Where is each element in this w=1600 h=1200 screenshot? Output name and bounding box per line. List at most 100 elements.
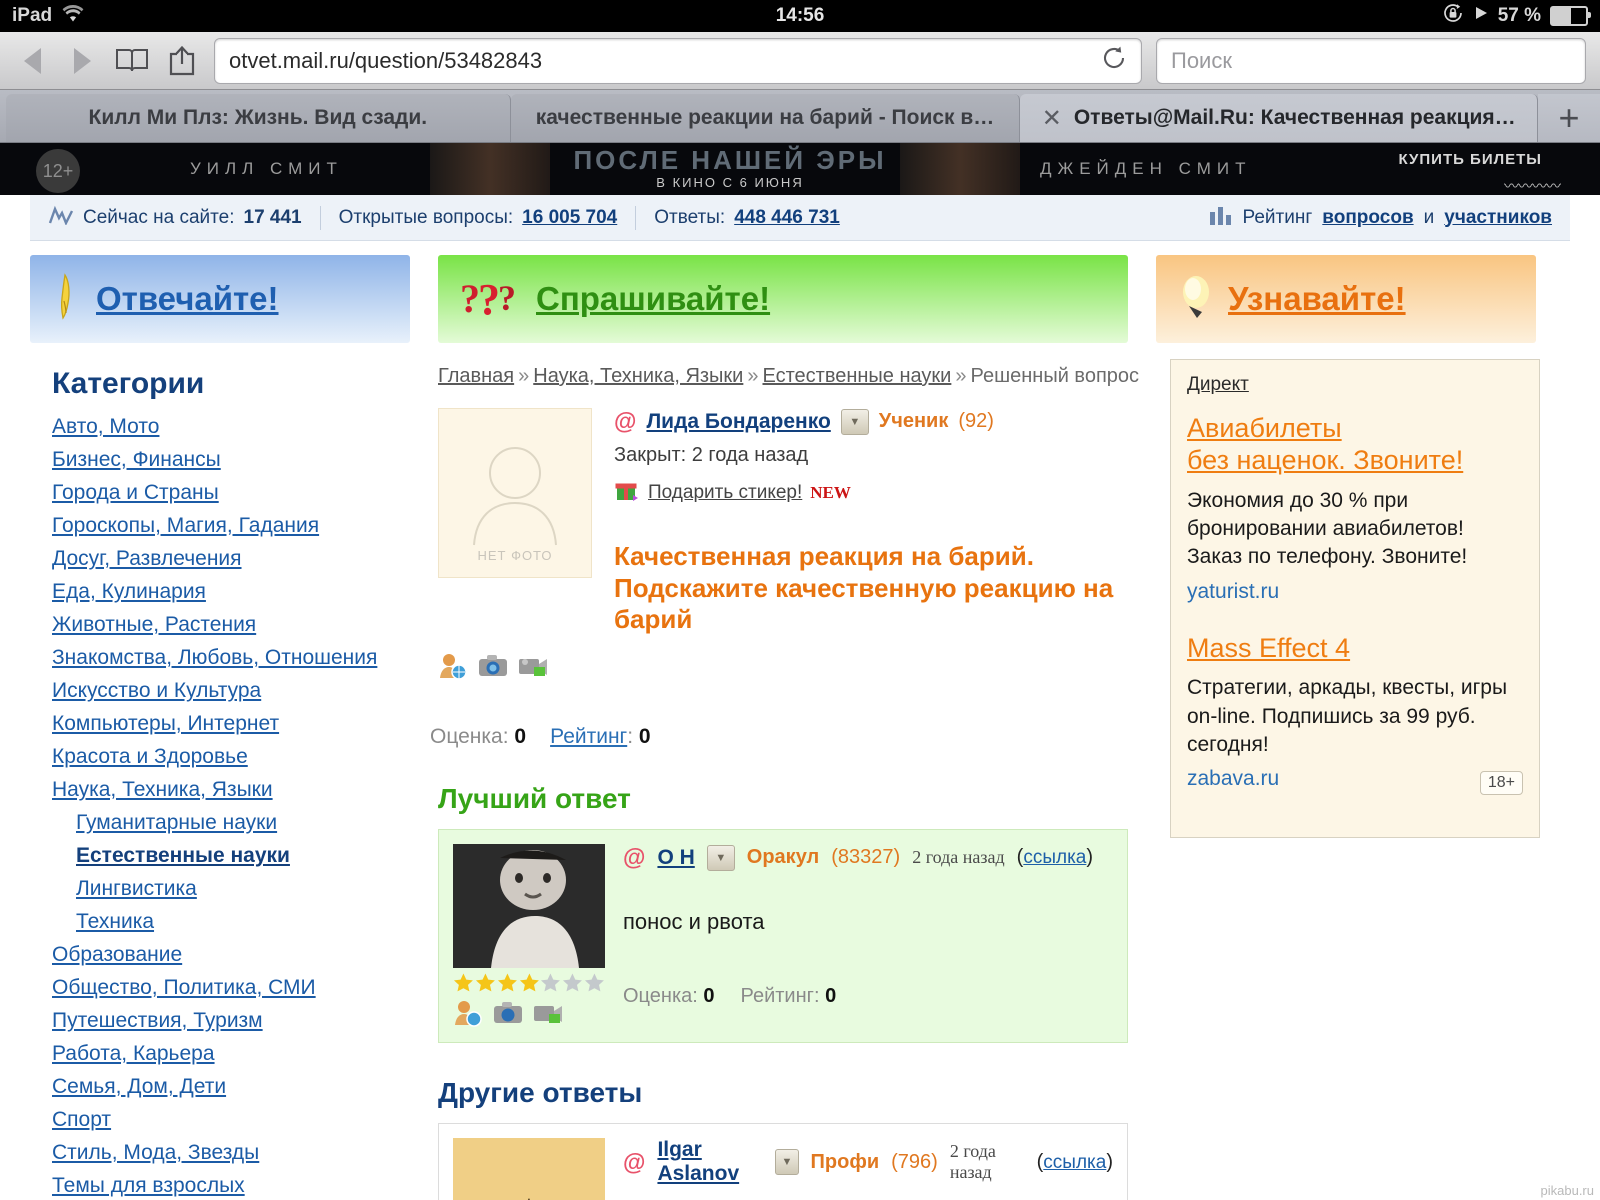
bookmarks-button[interactable]	[114, 44, 150, 78]
ad-1-url[interactable]: zabava.ru	[1187, 767, 1523, 791]
sidebar-item-19[interactable]: Работа, Карьера	[52, 1042, 430, 1066]
sidebar-item-5[interactable]: Еда, Кулинария	[52, 580, 430, 604]
sidebar-item-label[interactable]: Наука, Техника, Языки	[52, 778, 273, 801]
question-rating-link[interactable]: Рейтинг	[550, 725, 627, 748]
question-author-link[interactable]: Лида Бондаренко	[646, 410, 830, 434]
sidebar-item-22[interactable]: Стиль, Мода, Звезды	[52, 1141, 430, 1165]
sidebar-item-3[interactable]: Гороскопы, Магия, Гадания	[52, 514, 430, 538]
forward-button[interactable]	[64, 44, 100, 78]
sidebar-item-label[interactable]: Стиль, Мода, Звезды	[52, 1141, 259, 1164]
sidebar-item-label[interactable]: Гуманитарные науки	[76, 811, 277, 834]
sidebar-item-label[interactable]: Искусство и Культура	[52, 679, 261, 702]
gift-sticker-link[interactable]: Подарить стикер!	[648, 482, 802, 504]
back-button[interactable]	[14, 44, 50, 78]
sidebar-item-14[interactable]: Лингвистика	[52, 877, 430, 901]
sidebar-item-17[interactable]: Общество, Политика, СМИ	[52, 976, 430, 1000]
reload-icon[interactable]	[1101, 45, 1127, 77]
sidebar-item-label[interactable]: Путешествия, Туризм	[52, 1009, 263, 1032]
rating-participants-link[interactable]: участников	[1444, 207, 1552, 229]
video-camera-icon[interactable]	[518, 652, 550, 685]
chevron-down-icon[interactable]: ▼	[706, 844, 735, 871]
sidebar-item-12[interactable]: Гуманитарные науки	[52, 811, 430, 835]
sidebar-item-label[interactable]: Образование	[52, 943, 182, 966]
sidebar-item-21[interactable]: Спорт	[52, 1108, 430, 1132]
ad-0-url[interactable]: yaturist.ru	[1187, 580, 1523, 604]
breadcrumb-item-2[interactable]: Естественные науки	[762, 365, 951, 387]
sidebar-item-9[interactable]: Компьютеры, Интернет	[52, 712, 430, 736]
best-answer-rating-label: Рейтинг:	[740, 985, 820, 1008]
ad-0[interactable]: Авиабилеты без наценок. Звоните! Экономи…	[1187, 412, 1523, 604]
sidebar-item-23[interactable]: Темы для взрослых	[52, 1174, 430, 1198]
search-field[interactable]: Поиск	[1156, 37, 1586, 84]
best-answer-author-link[interactable]: О Н	[657, 846, 694, 870]
sidebar-item-label[interactable]: Знакомства, Любовь, Отношения	[52, 646, 377, 669]
tab-0[interactable]: Килл Ми Плз: Жизнь. Вид сзади.	[6, 94, 511, 142]
sidebar-item-label[interactable]: Общество, Политика, СМИ	[52, 976, 316, 999]
other-answer-avatar[interactable]	[453, 1138, 605, 1200]
sidebar-item-label[interactable]: Бизнес, Финансы	[52, 448, 221, 471]
rating-questions-link[interactable]: вопросов	[1322, 207, 1413, 229]
sidebar-item-13-current[interactable]: Естественные науки	[52, 844, 430, 868]
sidebar-item-label[interactable]: Естественные науки	[76, 844, 290, 867]
sidebar-item-label[interactable]: Темы для взрослых	[52, 1174, 245, 1197]
user-globe-icon[interactable]	[438, 652, 468, 685]
sidebar-item-8[interactable]: Искусство и Культура	[52, 679, 430, 703]
panel-answer[interactable]: Отвечайте!	[30, 255, 410, 343]
best-answer-permalink[interactable]: ссылка	[1023, 847, 1086, 868]
sidebar-item-16[interactable]: Образование	[52, 943, 430, 967]
video-camera-icon[interactable]	[533, 999, 565, 1032]
sidebar-item-label[interactable]: Работа, Карьера	[52, 1042, 215, 1065]
sidebar-item-0[interactable]: Авто, Мото	[52, 415, 430, 439]
sidebar-item-20[interactable]: Семья, Дом, Дети	[52, 1075, 430, 1099]
panel-ask[interactable]: ? ? ? Спрашивайте!	[438, 255, 1128, 343]
sidebar-item-4[interactable]: Досуг, Развлечения	[52, 547, 430, 571]
question-author-avatar[interactable]: НЕТ ФОТО	[438, 408, 592, 578]
at-icon: @	[614, 408, 637, 434]
sidebar-item-label[interactable]: Лингвистика	[76, 877, 197, 900]
sidebar-item-11[interactable]: Наука, Техника, Языки	[52, 778, 430, 802]
top-banner-ad[interactable]: 12+ УИЛЛ СМИТ ПОСЛЕ НАШЕЙ ЭРЫ В КИНО С 6…	[0, 143, 1600, 195]
sidebar-item-label[interactable]: Семья, Дом, Дети	[52, 1075, 226, 1098]
sidebar-item-15[interactable]: Техника	[52, 910, 430, 934]
stat-open-questions-value[interactable]: 16 005 704	[522, 207, 617, 229]
breadcrumb-item-0[interactable]: Главная	[438, 365, 514, 387]
sidebar-item-label[interactable]: Еда, Кулинария	[52, 580, 206, 603]
sidebar-item-label[interactable]: Гороскопы, Магия, Гадания	[52, 514, 319, 537]
other-answer-permalink[interactable]: ссылка	[1043, 1152, 1106, 1173]
sidebar-item-label[interactable]: Животные, Растения	[52, 613, 256, 636]
chevron-down-icon[interactable]: ▼	[840, 408, 869, 435]
sidebar-item-18[interactable]: Путешествия, Туризм	[52, 1009, 430, 1033]
panel-learn[interactable]: Узнавайте!	[1156, 255, 1536, 343]
sidebar-item-label[interactable]: Авто, Мото	[52, 415, 159, 438]
sidebar-item-7[interactable]: Знакомства, Любовь, Отношения	[52, 646, 430, 670]
sidebar-item-2[interactable]: Города и Страны	[52, 481, 430, 505]
breadcrumb-item-1[interactable]: Наука, Техника, Языки	[533, 365, 743, 387]
chevron-down-icon[interactable]: ▼	[775, 1149, 799, 1176]
ad-0-headline[interactable]: Авиабилеты без наценок. Звоните!	[1187, 413, 1463, 475]
camera-icon[interactable]	[493, 999, 523, 1032]
ad-1[interactable]: Mass Effect 4 Стратегии, аркады, квесты,…	[1187, 632, 1523, 796]
sidebar-item-1[interactable]: Бизнес, Финансы	[52, 448, 430, 472]
share-button[interactable]	[164, 44, 200, 78]
banner-cta-button[interactable]: КУПИТЬ БИЛЕТЫ	[1399, 151, 1542, 168]
direct-title[interactable]: Директ	[1187, 374, 1523, 396]
sidebar-item-label[interactable]: Спорт	[52, 1108, 111, 1131]
close-icon[interactable]: ✕	[1042, 104, 1062, 133]
new-tab-button[interactable]: +	[1538, 94, 1600, 142]
ad-1-headline[interactable]: Mass Effect 4	[1187, 633, 1350, 663]
sidebar-item-label[interactable]: Красота и Здоровье	[52, 745, 248, 768]
address-bar[interactable]: otvet.mail.ru/question/53482843	[214, 37, 1142, 84]
sidebar-item-label[interactable]: Техника	[76, 910, 154, 933]
sidebar-item-label[interactable]: Города и Страны	[52, 481, 219, 504]
stat-answers-value[interactable]: 448 446 731	[734, 207, 840, 229]
camera-icon[interactable]	[478, 652, 508, 685]
other-answer-author-link[interactable]: Ilgar Aslanov	[657, 1138, 763, 1186]
sidebar-item-6[interactable]: Животные, Растения	[52, 613, 430, 637]
tab-2[interactable]: ✕ Ответы@Mail.Ru: Качественная реакция…	[1020, 94, 1539, 142]
sidebar-item-label[interactable]: Досуг, Развлечения	[52, 547, 242, 570]
best-answer-avatar[interactable]	[453, 844, 605, 1032]
user-globe-icon[interactable]	[453, 999, 483, 1032]
tab-1[interactable]: качественные реакции на барий - Поиск в…	[510, 94, 1021, 142]
sidebar-item-label[interactable]: Компьютеры, Интернет	[52, 712, 279, 735]
sidebar-item-10[interactable]: Красота и Здоровье	[52, 745, 430, 769]
